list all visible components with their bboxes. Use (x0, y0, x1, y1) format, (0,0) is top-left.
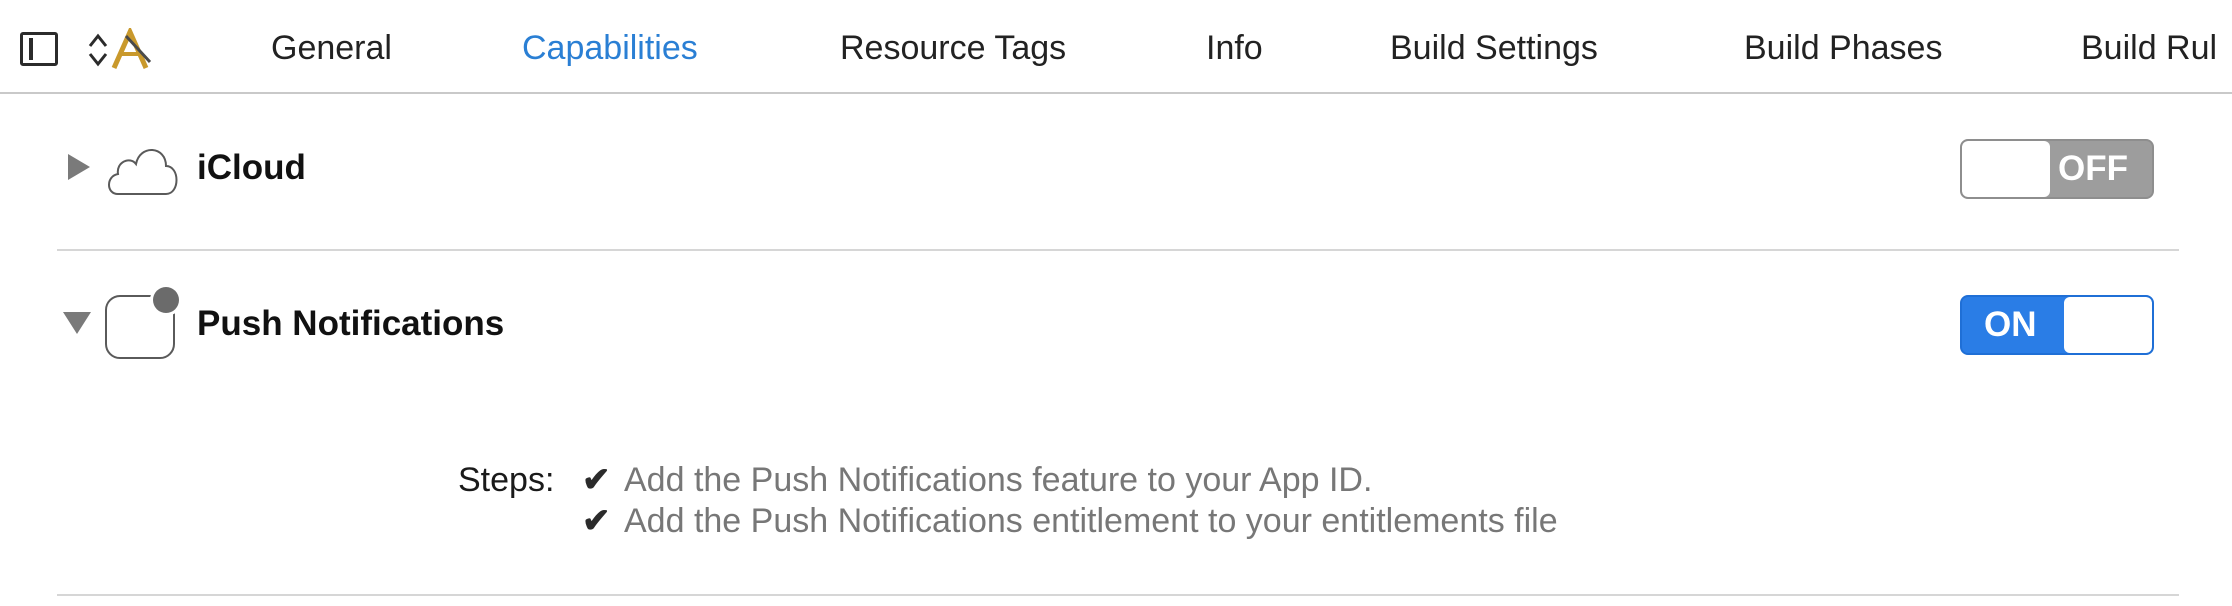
steps-label: Steps: (458, 461, 555, 499)
capabilities-list: iCloud OFF Push Notifications ON Steps: … (0, 94, 2232, 606)
tab-build-phases[interactable]: Build Phases (1744, 26, 1942, 70)
tab-build-settings[interactable]: Build Settings (1390, 26, 1598, 70)
capability-row-icloud: iCloud OFF (0, 134, 2232, 234)
step-item: ✔ Add the Push Notifications feature to y… (582, 459, 1372, 501)
tab-general[interactable]: General (271, 26, 392, 70)
step-text: Add the Push Notifications entitlement t… (624, 502, 1558, 540)
switch-knob (2064, 297, 2152, 353)
row-divider (57, 594, 2179, 596)
step-item: ✔ Add the Push Notifications entitlement … (582, 500, 1558, 542)
sidebar-toggle-icon[interactable] (20, 32, 58, 66)
tab-build-rules[interactable]: Build Rul (2081, 26, 2217, 70)
push-notifications-switch[interactable]: ON (1960, 295, 2154, 355)
capability-row-push-notifications: Push Notifications ON (0, 284, 2232, 384)
tab-info[interactable]: Info (1206, 26, 1263, 70)
editor-tab-bar: General Capabilities Resource Tags Info … (0, 0, 2232, 94)
capability-title-icloud: iCloud (197, 148, 306, 187)
checkmark-icon: ✔ (582, 461, 611, 499)
switch-label: OFF (2058, 149, 2128, 188)
tab-resource-tags[interactable]: Resource Tags (840, 26, 1066, 70)
tab-capabilities[interactable]: Capabilities (522, 26, 698, 70)
icloud-switch[interactable]: OFF (1960, 139, 2154, 199)
cloud-icon (108, 149, 178, 195)
switch-knob (1962, 141, 2050, 197)
step-text: Add the Push Notifications feature to yo… (624, 461, 1373, 499)
target-picker-icon[interactable] (86, 28, 156, 72)
push-notification-icon (105, 284, 182, 359)
checkmark-icon: ✔ (582, 502, 611, 540)
disclosure-expanded-icon[interactable] (62, 308, 92, 338)
switch-label: ON (1984, 305, 2037, 344)
capability-title-push-notifications: Push Notifications (197, 304, 505, 343)
row-divider (57, 249, 2179, 251)
disclosure-collapsed-icon[interactable] (64, 152, 94, 182)
